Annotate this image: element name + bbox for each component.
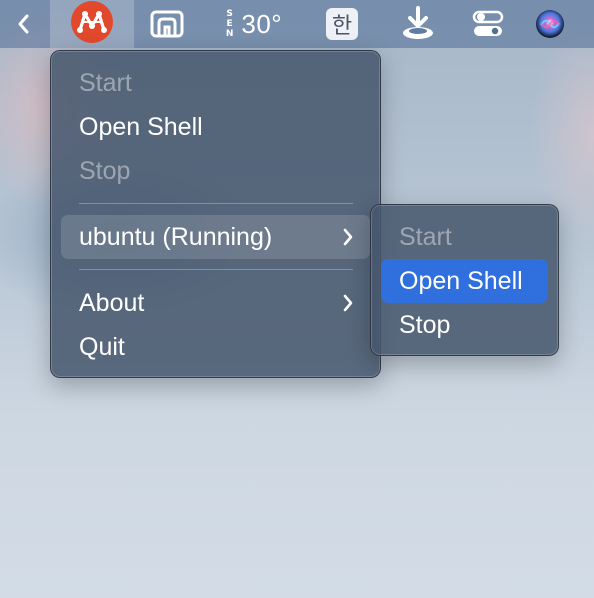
screen-mirroring-icon[interactable]	[146, 0, 188, 48]
menu-item-stop[interactable]: Stop	[61, 149, 370, 193]
multipass-app-icon	[70, 0, 114, 49]
menu-item-ubuntu-instance[interactable]: ubuntu (Running)	[61, 215, 370, 259]
weather-temperature: 30°	[241, 8, 283, 39]
submenu-item-start[interactable]: Start	[381, 215, 548, 259]
weather-status[interactable]: S E N 30°	[214, 0, 294, 48]
control-center-icon[interactable]	[466, 0, 510, 48]
menu-item-about[interactable]: About	[61, 281, 370, 325]
multipass-dropdown-menu: Start Open Shell Stop ubuntu (Running) A…	[50, 50, 381, 378]
hangul-input-icon: 한	[326, 8, 358, 40]
chevron-right-icon	[343, 294, 353, 312]
siri-icon[interactable]	[530, 0, 570, 48]
input-source-menu[interactable]: 한	[322, 0, 362, 48]
menu-separator	[79, 269, 353, 270]
chevron-right-icon	[343, 228, 353, 246]
submenu-item-open-shell[interactable]: Open Shell	[381, 259, 548, 303]
menu-item-start[interactable]: Start	[61, 61, 370, 105]
ubuntu-submenu: Start Open Shell Stop	[370, 204, 559, 356]
menu-item-open-shell[interactable]: Open Shell	[61, 105, 370, 149]
download-drive-icon[interactable]	[396, 0, 440, 48]
menu-bar: S E N 30° 한	[0, 0, 594, 48]
collapse-chevron-icon[interactable]	[4, 0, 42, 48]
menu-separator	[79, 203, 353, 204]
menu-item-quit[interactable]: Quit	[61, 325, 370, 369]
compass-icon: S E N	[225, 9, 234, 39]
multipass-menu-extra[interactable]	[50, 0, 134, 48]
submenu-item-stop[interactable]: Stop	[381, 303, 548, 347]
